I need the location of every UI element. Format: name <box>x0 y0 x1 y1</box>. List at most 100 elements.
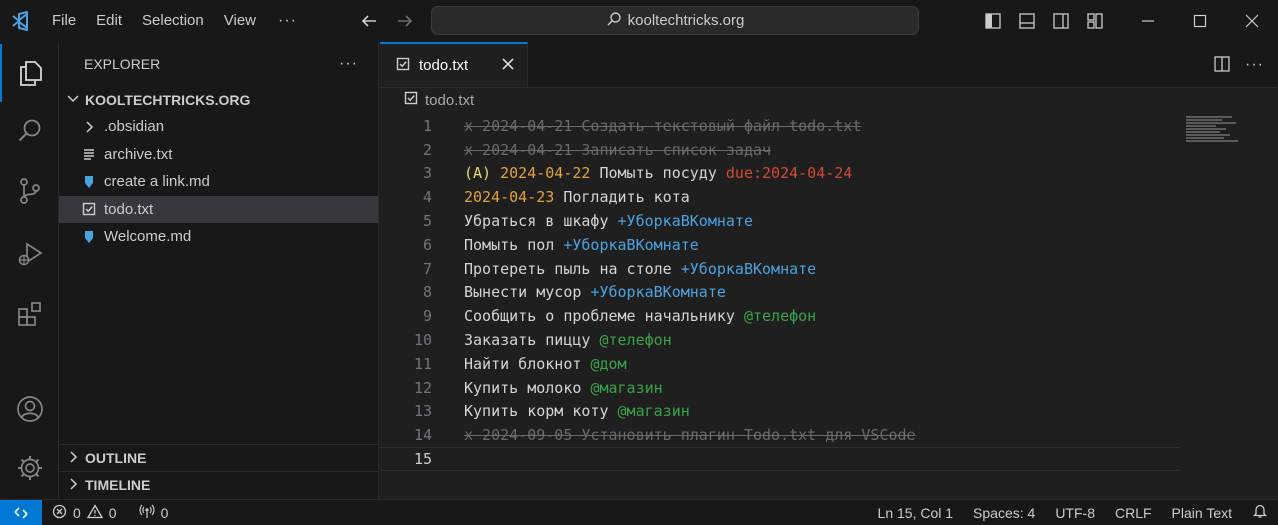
explorer-title: EXPLORER <box>84 56 161 72</box>
menu-more-button[interactable]: ··· <box>266 12 309 30</box>
menu-file[interactable]: File <box>42 0 86 42</box>
token: @дом <box>590 354 627 373</box>
editor-more-actions-icon[interactable]: ··· <box>1245 56 1264 74</box>
code-line[interactable]: 12 Купить молоко @магазин <box>380 376 1278 400</box>
token: +УборкаВКомнате <box>617 212 753 231</box>
checkbox-file-icon <box>81 202 97 216</box>
markdown-file-icon <box>81 175 97 189</box>
warning-icon <box>86 503 103 522</box>
chevron-right-icon <box>65 476 81 495</box>
token: x 2024-04-21 Создать текстовый файл todo… <box>464 116 862 135</box>
code-editor[interactable]: 1 x 2024-04-21 Создать текстовый файл tod… <box>380 114 1278 471</box>
close-icon[interactable] <box>501 55 515 76</box>
breadcrumb-file[interactable]: todo.txt <box>425 92 474 109</box>
split-editor-icon[interactable] <box>1213 55 1231 76</box>
notifications-bell-icon[interactable] <box>1242 503 1278 522</box>
source-control-icon[interactable] <box>0 162 59 220</box>
code-line[interactable]: 2 x 2024-04-21 Записать список задач <box>380 138 1278 162</box>
token: due:2024-04-24 <box>725 164 853 183</box>
menu-bar: File Edit Selection View ··· <box>42 0 309 42</box>
chevron-right-icon <box>81 120 97 134</box>
code-line[interactable]: 4 2024-04-23 Погладить кота <box>380 185 1278 209</box>
menu-selection[interactable]: Selection <box>132 0 214 42</box>
line-text: (A) 2024-04-22 Помыть посуду due:2024-04… <box>464 164 852 182</box>
toggle-panel-icon[interactable] <box>1014 8 1040 34</box>
explorer-more-actions-button[interactable]: ··· <box>339 55 358 73</box>
token: Купить молоко <box>464 378 591 397</box>
code-line[interactable]: 9 Сообщить о проблеме начальнику @телефон <box>380 304 1278 328</box>
line-text: Протереть пыль на столе +УборкаВКомнате <box>464 260 816 278</box>
outline-section[interactable]: OUTLINE <box>59 444 379 471</box>
close-window-icon[interactable] <box>1226 0 1278 42</box>
toggle-secondary-sidebar-icon[interactable] <box>1048 8 1074 34</box>
code-line[interactable]: 7 Протереть пыль на столе +УборкаВКомнате <box>380 257 1278 281</box>
toggle-primary-sidebar-icon[interactable] <box>980 8 1006 34</box>
line-number: 9 <box>422 307 432 326</box>
settings-gear-icon[interactable] <box>0 439 59 497</box>
remote-indicator-icon[interactable] <box>0 499 42 525</box>
error-count: 0 <box>73 504 81 521</box>
markdown-file-icon <box>81 230 97 244</box>
line-number: 5 <box>422 212 432 231</box>
line-text: 2024-04-23 Погладить кота <box>464 188 690 206</box>
timeline-section[interactable]: TIMELINE <box>59 471 379 498</box>
ports-indicator[interactable]: 0 <box>139 504 168 522</box>
menu-view[interactable]: View <box>214 0 266 42</box>
token: @магазин <box>617 402 690 421</box>
code-line[interactable]: 8 Вынести мусор +УборкаВКомнате <box>380 281 1278 305</box>
indentation[interactable]: Spaces: 4 <box>963 505 1045 521</box>
run-debug-icon[interactable] <box>0 225 59 283</box>
code-line[interactable]: 10 Заказать пиццу @телефон <box>380 328 1278 352</box>
tree-item-create-a-link-md[interactable]: create a link.md <box>59 168 378 196</box>
maximize-icon[interactable] <box>1174 0 1226 42</box>
tree-item-welcome-md[interactable]: Welcome.md <box>59 223 378 251</box>
line-number: 10 <box>413 331 432 350</box>
code-line[interactable]: 13 Купить корм коту @магазин <box>380 400 1278 424</box>
error-icon <box>52 504 67 522</box>
extensions-icon[interactable] <box>0 285 59 343</box>
code-line[interactable]: 11 Найти блокнот @дом <box>380 352 1278 376</box>
cursor-position[interactable]: Ln 15, Col 1 <box>868 505 964 521</box>
vscode-logo-icon <box>0 0 42 42</box>
timeline-section-label: TIMELINE <box>85 477 151 493</box>
customize-layout-icon[interactable] <box>1082 8 1108 34</box>
code-line[interactable]: 6 Помыть пол +УборкаВКомнате <box>380 233 1278 257</box>
workspace-folder-name: KOOLTECHTRICKS.ORG <box>85 91 251 108</box>
code-line[interactable]: 1 x 2024-04-21 Создать текстовый файл tod… <box>380 114 1278 138</box>
explorer-icon[interactable] <box>0 44 59 102</box>
explorer-sidebar: EXPLORER ··· KOOLTECHTRICKS.ORG .obsidia… <box>59 42 379 499</box>
minimap[interactable] <box>1186 116 1238 146</box>
chevron-down-icon <box>65 90 81 109</box>
tree-item-obsidian-folder[interactable]: .obsidian <box>59 113 378 141</box>
code-line[interactable]: 5 Убраться в шкафу +УборкаВКомнате <box>380 209 1278 233</box>
account-icon[interactable] <box>0 380 59 438</box>
language-mode[interactable]: Plain Text <box>1162 505 1242 521</box>
workspace-folder[interactable]: KOOLTECHTRICKS.ORG <box>59 86 378 113</box>
checkbox-file-icon <box>404 91 418 109</box>
menu-edit[interactable]: Edit <box>86 0 132 42</box>
code-line[interactable]: 14 x 2024-09-05 Установить плагин Todo.tx… <box>380 423 1278 447</box>
problems-indicator[interactable]: 0 0 <box>52 503 117 522</box>
line-text: Заказать пиццу @телефон <box>464 331 672 349</box>
command-center-search[interactable]: kooltechtricks.org <box>431 6 919 35</box>
end-of-line[interactable]: CRLF <box>1105 505 1162 521</box>
breadcrumb: todo.txt <box>380 88 1278 112</box>
code-line[interactable]: 3 (A) 2024-04-22 Помыть посуду due:2024-0… <box>380 162 1278 186</box>
search-icon[interactable] <box>0 102 59 160</box>
tree-item-label: .obsidian <box>104 118 165 136</box>
editor-group: todo.txt ··· todo.txt 1 x 2024-04-21 Созд… <box>380 42 1278 499</box>
token: @телефон <box>599 331 672 350</box>
broadcast-icon <box>139 504 155 522</box>
code-line[interactable]: 15 <box>380 447 1180 471</box>
minimize-icon[interactable] <box>1122 0 1174 42</box>
tab-todo-txt[interactable]: todo.txt <box>380 42 528 87</box>
token: Помыть пол <box>464 235 564 254</box>
tree-item-todo-txt[interactable]: todo.txt <box>59 195 378 223</box>
line-text: Найти блокнот @дом <box>464 355 627 373</box>
forward-arrow-icon[interactable] <box>392 8 418 34</box>
command-center-label: kooltechtricks.org <box>627 12 745 29</box>
tab-label: todo.txt <box>419 57 469 74</box>
back-arrow-icon[interactable] <box>356 8 382 34</box>
encoding[interactable]: UTF-8 <box>1045 505 1105 521</box>
tree-item-archive-txt[interactable]: archive.txt <box>59 141 378 169</box>
